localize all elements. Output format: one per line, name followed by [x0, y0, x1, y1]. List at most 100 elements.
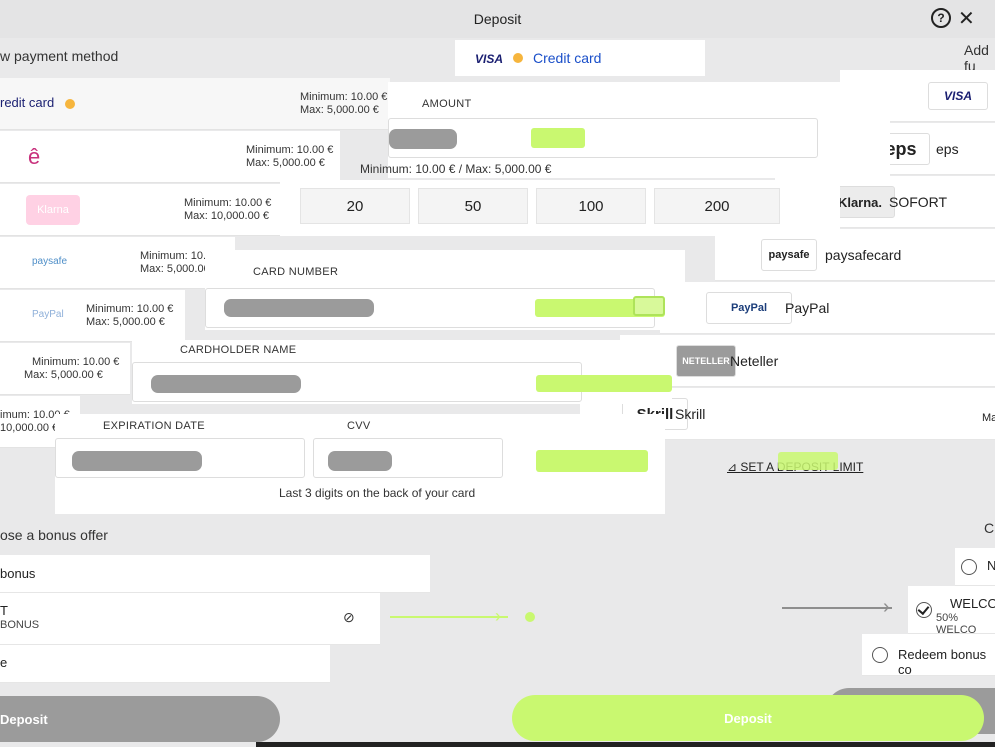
info-icon[interactable]: ⊘ — [343, 609, 355, 626]
klarna-icon: Klarna — [26, 195, 80, 225]
right-bonus-sub: 50% WELCO — [936, 612, 977, 636]
cvv-placeholder — [328, 451, 392, 471]
left-row-min: Minimum: 10.00 € — [300, 91, 388, 103]
left-row-max: Max: 10,000.00 € — [184, 210, 270, 222]
close-icon[interactable]: ✕ — [958, 6, 975, 31]
cardholder-placeholder — [151, 375, 301, 393]
bonus-title: T — [0, 603, 8, 618]
cvv-hint: Last 3 digits on the back of your card — [279, 486, 476, 500]
paypal-logo-icon: PayPal — [706, 292, 792, 324]
amount-placeholder — [389, 129, 457, 149]
cardholder-highlight — [536, 375, 672, 392]
right-bonus-title: WELCO — [950, 596, 995, 611]
left-row-credit-card[interactable]: redit card Minimum: 10.00 € Max: 5,000.0… — [0, 78, 390, 130]
page-title: Deposit — [473, 11, 522, 27]
right-bonus-row-none[interactable]: N — [955, 548, 995, 586]
amount-card: AMOUNT Minimum: 10.00 € / Max: 5,000.00 … — [360, 82, 890, 178]
left-row-min: Minimum: 10.00 € — [32, 356, 120, 368]
neteller-logo-icon: NETELLER — [676, 345, 736, 377]
payment-method-name: Neteller — [730, 353, 779, 369]
left-row-min: Minimum: 10.00 € — [184, 197, 272, 209]
right-bonus-title: Redeem bonus co — [898, 647, 987, 677]
deposit-button[interactable]: Deposit — [512, 695, 984, 741]
radio-checked-icon[interactable] — [916, 602, 932, 618]
amount-input[interactable] — [388, 118, 818, 158]
right-side-tag: Ma — [982, 412, 995, 424]
left-row-neteller[interactable]: Minimum: 10.00 € Max: 5,000.00 € — [0, 343, 130, 395]
radio-icon[interactable] — [961, 559, 977, 575]
selected-method-header[interactable]: VISA Credit card — [455, 40, 705, 76]
quick-amount-100[interactable]: 100 — [536, 188, 646, 224]
bonus-row-redeem[interactable]: e — [0, 645, 330, 683]
amount-label: AMOUNT — [422, 98, 472, 110]
bonus-title: e — [0, 655, 8, 670]
left-row-klarna[interactable]: Klarna Minimum: 10.00 € Max: 10,000.00 € — [0, 184, 285, 236]
paysafe-icon: paysafe — [32, 256, 68, 267]
eps-icon: ê — [28, 144, 41, 169]
left-row-min: Minimum: 10.00 € — [86, 303, 174, 315]
left-row-max: Max: 5,000.00 € — [300, 104, 379, 116]
help-icon[interactable]: ? — [931, 8, 951, 28]
left-row-eps[interactable]: ê Minimum: 10.00 € Max: 5,000.00 € — [0, 131, 340, 183]
cvv-highlight — [536, 450, 648, 472]
right-bonus-row-redeem[interactable]: Redeem bonus co — [862, 634, 995, 677]
right-bonus-title: N — [987, 558, 995, 573]
arrow-gray — [782, 607, 892, 609]
bonus-sub: BONUS — [0, 619, 40, 631]
right-bonus-row-welcome[interactable]: WELCO 50% WELCO — [908, 586, 995, 636]
paysafe-logo-icon: paysafe — [761, 239, 817, 271]
right-row-paysafecard[interactable]: paysafe paysafecard — [715, 229, 995, 281]
deposit-limit-highlight — [778, 452, 838, 470]
cardholder-label: CARDHOLDER NAME — [180, 344, 297, 356]
right-bonus-heading: C — [984, 520, 995, 536]
arrow-gray-head-icon: › — [883, 596, 890, 618]
right-row-neteller[interactable]: NETELLER Neteller — [620, 335, 995, 387]
cardholder-card: CARDHOLDER NAME — [132, 340, 672, 404]
expiry-label: EXPIRATION DATE — [103, 420, 205, 432]
left-row-label: redit card — [0, 95, 55, 110]
bonus-row-welcome[interactable]: T BONUS ⊘ — [0, 593, 380, 645]
visa-icon: VISA — [475, 52, 504, 66]
mastercard-icon — [513, 53, 523, 63]
expiry-placeholder — [72, 451, 202, 471]
dot-lime — [525, 612, 535, 622]
arrow-lime — [390, 616, 508, 618]
visa-icon: VISA — [928, 82, 988, 110]
bonus-title: bonus — [0, 566, 36, 581]
mastercard-icon — [65, 99, 75, 109]
cvv-input[interactable] — [313, 438, 503, 478]
quick-amount-50[interactable]: 50 — [418, 188, 528, 224]
card-number-card: CARD NUMBER — [205, 250, 685, 330]
deposit-button-ghost[interactable]: Deposit — [0, 696, 280, 742]
deposit-limit-icon: ⊿ — [727, 460, 741, 474]
left-row-min: Minimum: 10.00 € — [246, 144, 334, 156]
amount-highlight — [531, 128, 585, 148]
left-row-paysafe[interactable]: paysafe Minimum: 10.00 € Max: 5,000.00 € — [0, 237, 235, 289]
payment-method-name: PayPal — [785, 300, 830, 316]
top-bar: Deposit ? ✕ — [0, 0, 995, 38]
left-row-max: Max: 5,000.00 € — [246, 157, 325, 169]
bonus-row-none[interactable]: bonus — [0, 555, 430, 593]
quick-amount-200[interactable]: 200 — [654, 188, 780, 224]
left-row-max: 10,000.00 € — [0, 422, 59, 434]
payment-method-name: SOFORT — [889, 194, 948, 210]
expiry-input[interactable] — [55, 438, 305, 478]
card-number-placeholder — [224, 299, 374, 317]
bottom-divider — [256, 742, 995, 747]
paypal-icon: PayPal — [32, 309, 64, 320]
right-row-paypal[interactable]: PayPal PayPal — [660, 282, 995, 334]
cardholder-input[interactable] — [132, 362, 582, 402]
left-row-paypal[interactable]: PayPal Minimum: 10.00 € Max: 5,000.00 € — [0, 290, 185, 342]
cvv-label: CVV — [347, 420, 371, 432]
left-panel-heading: w payment method — [0, 48, 119, 64]
payment-method-name: Skrill — [675, 406, 706, 422]
expiry-cvv-card: EXPIRATION DATE CVV Last 3 digits on the… — [55, 414, 665, 514]
radio-icon[interactable] — [872, 647, 888, 663]
left-row-max: Max: 5,000.00 € — [24, 369, 103, 381]
quick-amount-card: 20 50 100 200 — [280, 180, 840, 236]
payment-method-name: paysafecard — [825, 247, 902, 263]
amount-hint: Minimum: 10.00 € / Max: 5,000.00 € — [360, 162, 552, 176]
card-scan-icon[interactable] — [633, 296, 665, 316]
quick-amount-20[interactable]: 20 — [300, 188, 410, 224]
selected-method-label: Credit card — [533, 50, 602, 66]
